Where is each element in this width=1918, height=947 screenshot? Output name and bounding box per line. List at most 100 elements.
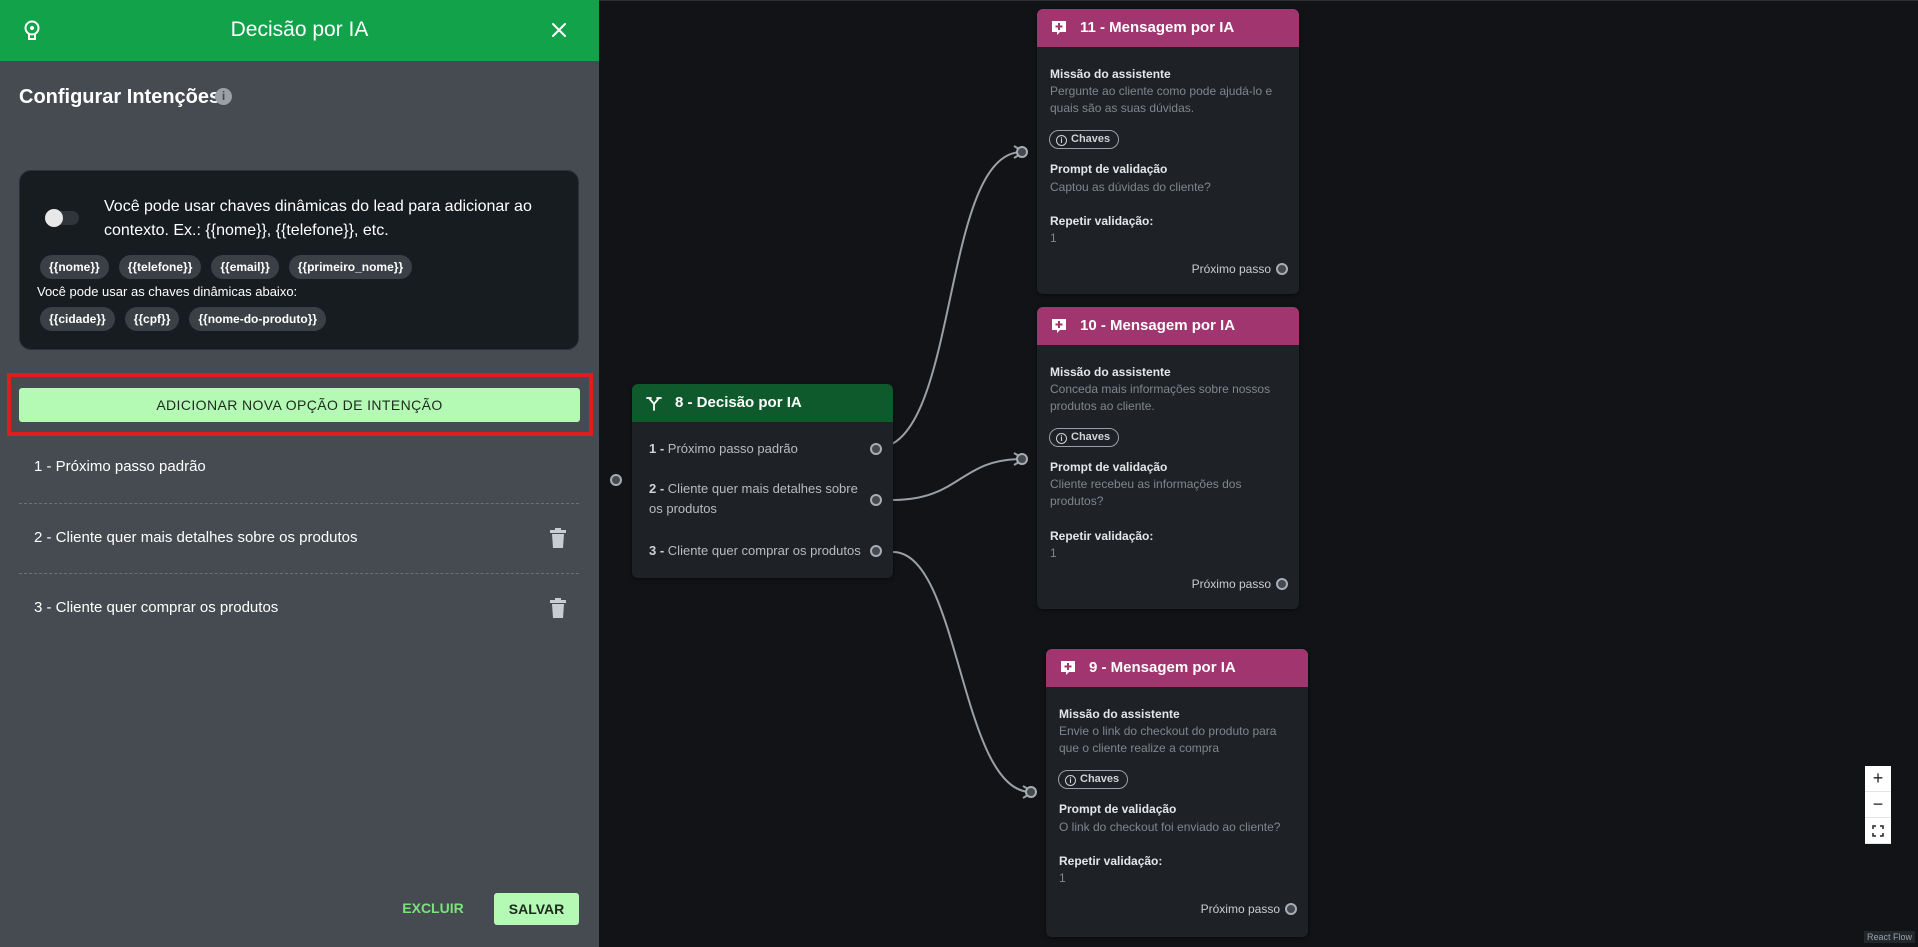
keys-subtitle: Você pode usar as chaves dinâmicas abaix… [37, 284, 298, 299]
repeat-value: 1 [1059, 871, 1066, 885]
divider [19, 573, 579, 574]
message-node-10[interactable]: 10 - Mensagem por IA Missão do assistent… [1037, 307, 1299, 609]
item-number: 3 - [649, 543, 665, 558]
key-chip[interactable]: {{primeiro_nome}} [288, 255, 413, 279]
zoom-out-button[interactable]: − [1865, 792, 1891, 818]
repeat-value: 1 [1050, 546, 1057, 560]
node-header: 8 - Decisão por IA [632, 384, 893, 422]
toggle-knob [45, 209, 63, 227]
item-number: 2 - [649, 481, 665, 496]
decision-item: 2 - Cliente quer mais detalhes sobre os … [649, 479, 869, 519]
intent-item[interactable]: 1 - Próximo passo padrão [34, 458, 206, 475]
chaves-button[interactable]: i Chaves [1058, 770, 1129, 789]
trash-icon[interactable] [549, 598, 567, 618]
ai-message-icon [1052, 21, 1066, 35]
key-chip[interactable]: {{telefone}} [118, 255, 202, 279]
node-title: 11 - Mensagem por IA [1080, 19, 1235, 36]
fullscreen-icon [1872, 824, 1884, 837]
extra-keys-list: {{cidade}} {{cpf}} {{nome-do-produto}} [40, 307, 327, 331]
mission-value: Pergunte ao cliente como pode ajudá-lo e… [1050, 84, 1273, 115]
output-handle[interactable] [1276, 263, 1288, 275]
add-intent-button[interactable]: ADICIONAR NOVA OPÇÃO DE INTENÇÃO [19, 388, 580, 422]
dynamic-keys-toggle[interactable] [45, 209, 79, 227]
message-node-9[interactable]: 9 - Mensagem por IA Missão do assistente… [1046, 649, 1308, 937]
mission-label: Missão do assistente [1050, 365, 1171, 379]
side-panel: Decisão por IA Configurar Intenções i Vo… [0, 0, 599, 947]
chaves-button[interactable]: i Chaves [1049, 428, 1120, 447]
node-title: 9 - Mensagem por IA [1089, 659, 1236, 676]
node-title: 8 - Decisão por IA [675, 394, 802, 411]
close-icon[interactable] [548, 19, 570, 41]
node-title: 10 - Mensagem por IA [1080, 317, 1236, 334]
prompt-label: Prompt de validação [1050, 162, 1168, 176]
key-chip[interactable]: {{cidade}} [40, 307, 115, 331]
info-icon: i [1065, 775, 1076, 786]
output-handle[interactable] [1276, 578, 1288, 590]
repeat-label: Repetir validação: [1050, 529, 1154, 543]
decision-item: 1 - Próximo passo padrão [649, 439, 869, 459]
input-handle[interactable] [1016, 453, 1028, 465]
output-handle[interactable] [1285, 903, 1297, 915]
node-header: 10 - Mensagem por IA [1037, 307, 1299, 345]
chaves-button[interactable]: i Chaves [1049, 130, 1120, 149]
react-flow-attribution[interactable]: React Flow [1864, 931, 1916, 943]
next-step-label: Próximo passo [1191, 577, 1271, 591]
prompt-label: Prompt de validação [1059, 802, 1177, 816]
output-handle[interactable] [870, 494, 882, 506]
intent-item[interactable]: 3 - Cliente quer comprar os produtos [34, 599, 278, 616]
input-handle[interactable] [1025, 786, 1037, 798]
mission-value: Envie o link do checkout do produto para… [1059, 724, 1277, 755]
add-intent-highlight: ADICIONAR NOVA OPÇÃO DE INTENÇÃO [7, 373, 593, 436]
input-handle[interactable] [610, 474, 622, 486]
item-text: Cliente quer mais detalhes sobre os prod… [649, 481, 858, 516]
output-handle[interactable] [870, 443, 882, 455]
chaves-label: Chaves [1071, 133, 1111, 145]
mission-label: Missão do assistente [1050, 67, 1171, 81]
ai-message-icon [1061, 661, 1075, 675]
key-chip[interactable]: {{nome}} [40, 255, 109, 279]
key-chip[interactable]: {{nome-do-produto}} [189, 307, 327, 331]
fit-view-button[interactable] [1865, 818, 1891, 844]
minus-icon: − [1872, 794, 1884, 814]
output-handle[interactable] [870, 545, 882, 557]
section-title: Configurar Intenções [19, 86, 221, 108]
chaves-label: Chaves [1071, 431, 1111, 443]
plus-icon: + [1872, 768, 1884, 788]
zoom-in-button[interactable]: + [1865, 766, 1891, 792]
repeat-label: Repetir validação: [1050, 214, 1154, 228]
repeat-label: Repetir validação: [1059, 854, 1163, 868]
zoom-controls: + − [1865, 766, 1891, 844]
prompt-value: Captou as dúvidas do cliente? [1050, 180, 1211, 194]
prompt-value: O link do checkout foi enviado ao client… [1059, 820, 1281, 834]
message-node-11[interactable]: 11 - Mensagem por IA Missão do assistent… [1037, 9, 1299, 294]
info-icon: i [1056, 135, 1067, 146]
delete-button[interactable]: EXCLUIR [393, 894, 473, 922]
key-chip[interactable]: {{email}} [211, 255, 279, 279]
item-text: Cliente quer comprar os produtos [667, 543, 861, 558]
item-text: Próximo passo padrão [667, 441, 798, 456]
keys-description: Você pode usar chaves dinâmicas do lead … [104, 198, 532, 239]
info-icon[interactable]: i [215, 88, 232, 105]
chaves-label: Chaves [1080, 773, 1120, 785]
decision-item: 3 - Cliente quer comprar os produtos [649, 541, 869, 561]
input-handle[interactable] [1016, 146, 1028, 158]
default-keys-list: {{nome}} {{telefone}} {{email}} {{primei… [40, 255, 413, 279]
prompt-value: Cliente recebeu as informações dos produ… [1050, 477, 1242, 508]
divider [19, 503, 579, 504]
intent-item[interactable]: 2 - Cliente quer mais detalhes sobre os … [34, 529, 358, 546]
dynamic-keys-box: Você pode usar chaves dinâmicas do lead … [19, 170, 579, 350]
fork-icon [646, 397, 662, 411]
repeat-value: 1 [1050, 231, 1057, 245]
next-step-label: Próximo passo [1191, 262, 1271, 276]
node-header: 11 - Mensagem por IA [1037, 9, 1299, 47]
key-chip[interactable]: {{cpf}} [124, 307, 180, 331]
info-icon: i [1056, 433, 1067, 444]
prompt-label: Prompt de validação [1050, 460, 1168, 474]
panel-header: Decisão por IA [0, 0, 599, 61]
mission-value: Conceda mais informações sobre nossos pr… [1050, 382, 1271, 413]
mission-label: Missão do assistente [1059, 707, 1180, 721]
save-button[interactable]: SALVAR [494, 893, 579, 925]
item-number: 1 - [649, 441, 665, 456]
decision-node-8[interactable]: 8 - Decisão por IA 1 - Próximo passo pad… [632, 384, 893, 578]
trash-icon[interactable] [549, 528, 567, 548]
